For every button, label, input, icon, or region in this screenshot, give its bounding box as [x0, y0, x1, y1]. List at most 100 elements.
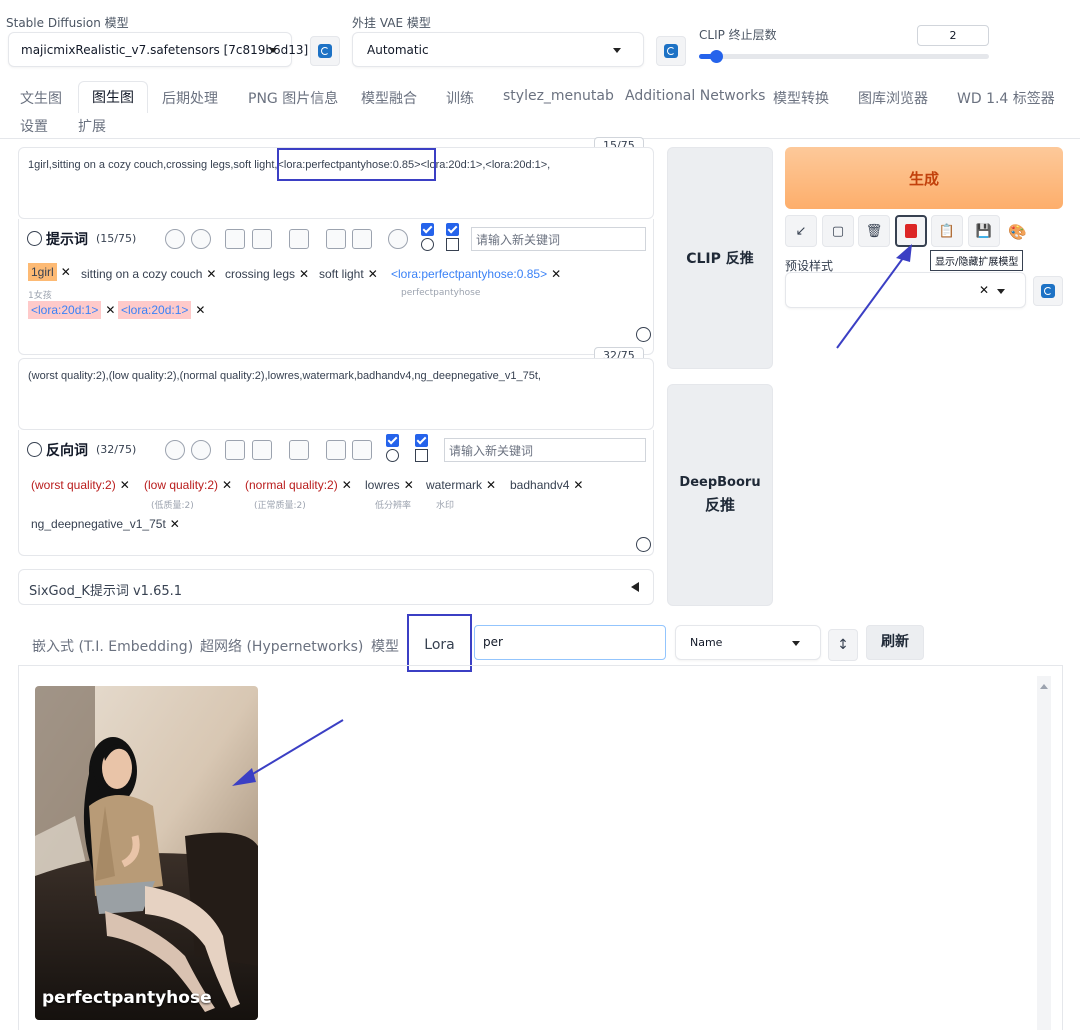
negative-chip[interactable]: (low quality:2) ✕: [144, 478, 232, 492]
generate-button[interactable]: 生成: [785, 147, 1063, 209]
trash-icon[interactable]: 🗑: [858, 215, 890, 247]
tab-checkpoints[interactable]: 模型: [371, 636, 399, 656]
sd-model-select[interactable]: majicmixRealistic_v7.safetensors [7c819b…: [8, 32, 308, 67]
close-icon[interactable]: ✕: [404, 478, 414, 492]
prompt-chip[interactable]: crossing legs ✕: [225, 267, 309, 281]
prompt-chip[interactable]: sitting on a cozy couch ✕: [81, 267, 216, 281]
collapse-up-icon[interactable]: [636, 327, 651, 342]
close-icon[interactable]: ✕: [206, 267, 216, 281]
tab-embedding[interactable]: 嵌入式 (T.I. Embedding): [32, 636, 193, 656]
close-icon[interactable]: ✕: [120, 478, 130, 492]
settings-icon[interactable]: [388, 229, 408, 249]
chip-label: <lora:perfectpantyhose:0.85>: [391, 267, 548, 281]
copy-icon[interactable]: [326, 440, 346, 460]
save-icon[interactable]: 💾: [968, 215, 1000, 247]
tab-png-info[interactable]: PNG 图片信息: [248, 88, 338, 108]
negative-chip[interactable]: (worst quality:2) ✕: [31, 478, 130, 492]
refresh-button[interactable]: 刷新: [866, 625, 924, 660]
tab-extensions[interactable]: 扩展: [78, 116, 106, 136]
import-icon[interactable]: [225, 229, 245, 249]
close-icon[interactable]: ✕: [61, 265, 71, 279]
gear-icon[interactable]: [191, 229, 211, 249]
tab-model-convert[interactable]: 模型转换: [773, 88, 829, 108]
negative-chip[interactable]: (normal quality:2) ✕: [245, 478, 352, 492]
negative-prompt-textarea[interactable]: (worst quality:2),(low quality:2),(norma…: [18, 358, 654, 430]
clear-icon[interactable]: ✕: [979, 283, 989, 297]
history-checkbox[interactable]: [421, 223, 434, 236]
negative-chip[interactable]: ng_deepnegative_v1_75t ✕: [31, 517, 180, 531]
copy-icon[interactable]: [326, 229, 346, 249]
tab-merge[interactable]: 模型融合: [361, 88, 417, 108]
clip-slider-handle[interactable]: [710, 50, 724, 63]
close-icon[interactable]: ✕: [299, 267, 309, 281]
prompt-chip-lora[interactable]: <lora:20d:1> ✕: [28, 301, 115, 319]
translate-icon[interactable]: [165, 229, 185, 249]
prompt-chip-lora[interactable]: <lora:20d:1> ✕: [118, 301, 205, 319]
extra-networks-toggle-icon[interactable]: [895, 215, 927, 247]
tab-wd-tagger[interactable]: WD 1.4 标签器: [957, 88, 1055, 108]
tab-gallery[interactable]: 图库浏览器: [858, 88, 928, 108]
close-icon[interactable]: ✕: [170, 517, 180, 531]
deepbooru-button[interactable]: DeepBooru 反推: [667, 384, 773, 606]
close-icon[interactable]: ✕: [486, 478, 496, 492]
tab-extras[interactable]: 后期处理: [162, 88, 218, 108]
tab-lora[interactable]: Lora: [407, 614, 472, 672]
close-icon[interactable]: ✕: [105, 303, 115, 317]
scrollbar[interactable]: [1037, 676, 1051, 1030]
clip-value-input[interactable]: 2: [917, 25, 989, 46]
import-icon[interactable]: [225, 440, 245, 460]
styles-select[interactable]: ✕: [785, 272, 1026, 308]
history-checkbox[interactable]: [386, 434, 399, 447]
tab-img2img[interactable]: 图生图: [78, 81, 148, 113]
close-icon[interactable]: ✕: [368, 267, 378, 281]
prompt-chip[interactable]: soft light ✕: [319, 267, 378, 281]
trash-icon[interactable]: [352, 440, 372, 460]
prompt-keyword-input[interactable]: 请输入新关键词: [471, 227, 646, 251]
panel-checkbox[interactable]: [415, 434, 428, 447]
clipboard-icon[interactable]: 📋: [931, 215, 963, 247]
arrow-icon[interactable]: ↙: [785, 215, 817, 247]
tab-train[interactable]: 训练: [446, 88, 474, 108]
palette-icon[interactable]: 🎨: [1008, 223, 1027, 241]
tab-txt2img[interactable]: 文生图: [20, 88, 62, 108]
panel-checkbox[interactable]: [446, 223, 459, 236]
vae-select[interactable]: Automatic: [352, 32, 644, 67]
text-format-icon[interactable]: [289, 440, 309, 460]
sixgod-accordion[interactable]: SixGod_K提示词 v1.65.1: [18, 569, 654, 605]
bookmark-icon[interactable]: [252, 229, 272, 249]
close-icon[interactable]: ✕: [573, 478, 583, 492]
gear-icon[interactable]: [191, 440, 211, 460]
collapse-up-icon[interactable]: [636, 537, 651, 552]
close-icon[interactable]: ✕: [551, 267, 561, 281]
tab-hypernetworks[interactable]: 超网络 (Hypernetworks): [200, 636, 363, 656]
sort-direction-button[interactable]: ↕: [828, 629, 858, 661]
refresh-styles-button[interactable]: [1033, 276, 1063, 306]
negative-keyword-input[interactable]: 请输入新关键词: [444, 438, 646, 462]
negative-chip[interactable]: badhandv4 ✕: [510, 478, 583, 492]
clip-slider[interactable]: [699, 50, 989, 63]
text-format-icon[interactable]: [289, 229, 309, 249]
trash-icon[interactable]: [352, 229, 372, 249]
close-icon[interactable]: ✕: [195, 303, 205, 317]
tab-additional-networks[interactable]: Additional Networks: [625, 88, 765, 104]
refresh-vae-button[interactable]: [656, 36, 686, 66]
refresh-model-button[interactable]: [310, 36, 340, 66]
translate-icon[interactable]: [165, 440, 185, 460]
close-icon[interactable]: ✕: [222, 478, 232, 492]
lora-card[interactable]: perfectpantyhose: [35, 686, 258, 1020]
sort-select[interactable]: Name: [675, 625, 821, 660]
scroll-up-icon[interactable]: [1040, 684, 1048, 689]
collapse-icon[interactable]: [27, 231, 42, 246]
negative-chip[interactable]: watermark ✕: [426, 478, 496, 492]
close-icon[interactable]: ✕: [342, 478, 352, 492]
negative-chip[interactable]: lowres ✕: [365, 478, 414, 492]
collapse-icon[interactable]: [27, 442, 42, 457]
bookmark-icon[interactable]: [252, 440, 272, 460]
square-icon[interactable]: ▢: [822, 215, 854, 247]
tab-stylez[interactable]: stylez_menutab: [503, 88, 614, 104]
extra-search-input[interactable]: per: [474, 625, 666, 660]
tab-settings[interactable]: 设置: [20, 116, 48, 136]
prompt-chip-lora[interactable]: <lora:perfectpantyhose:0.85> ✕: [391, 267, 561, 281]
prompt-chip[interactable]: 1girl ✕: [28, 263, 71, 281]
clip-interrogate-button[interactable]: CLIP 反推: [667, 147, 773, 369]
